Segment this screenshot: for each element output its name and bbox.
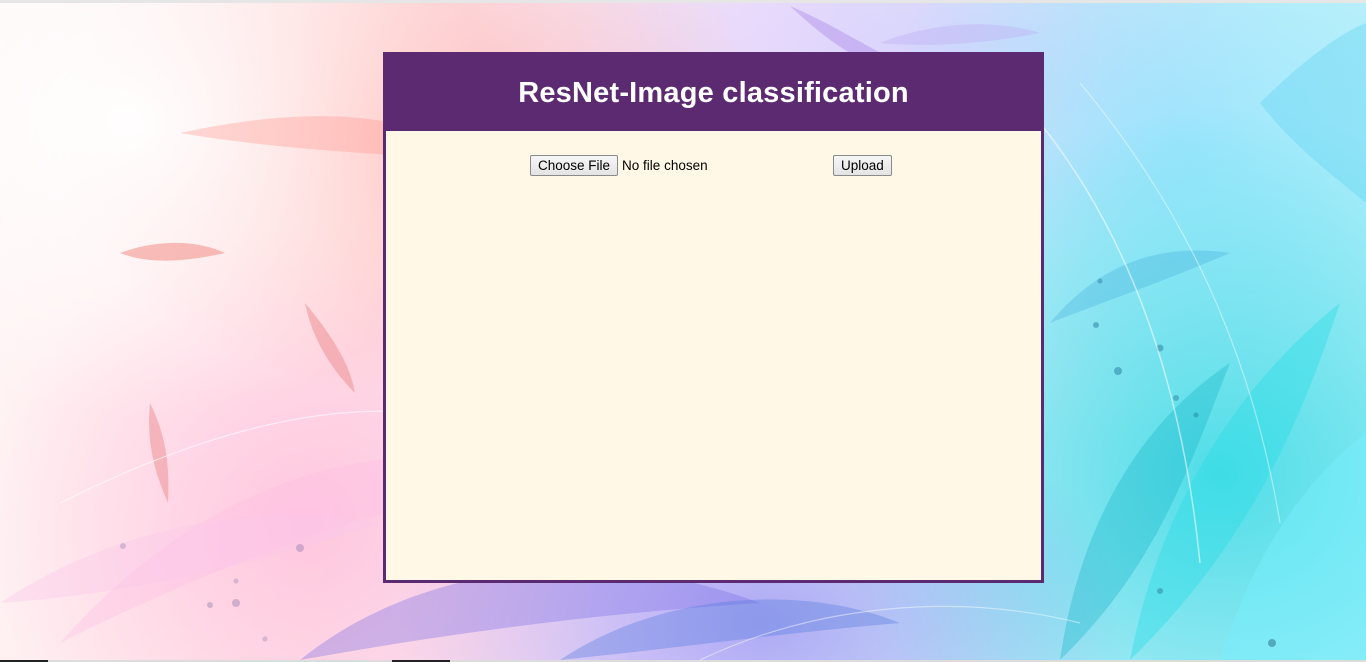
- file-status-text: No file chosen: [622, 158, 708, 173]
- upload-button[interactable]: Upload: [833, 155, 892, 176]
- upload-form: Choose File No file chosen Upload: [386, 131, 1041, 191]
- page-title: ResNet-Image classification: [518, 76, 909, 109]
- panel-header: ResNet-Image classification: [386, 55, 1041, 131]
- file-input[interactable]: Choose File No file chosen: [530, 155, 708, 176]
- classification-panel: ResNet-Image classification Choose File …: [383, 52, 1044, 583]
- choose-file-button[interactable]: Choose File: [530, 155, 619, 176]
